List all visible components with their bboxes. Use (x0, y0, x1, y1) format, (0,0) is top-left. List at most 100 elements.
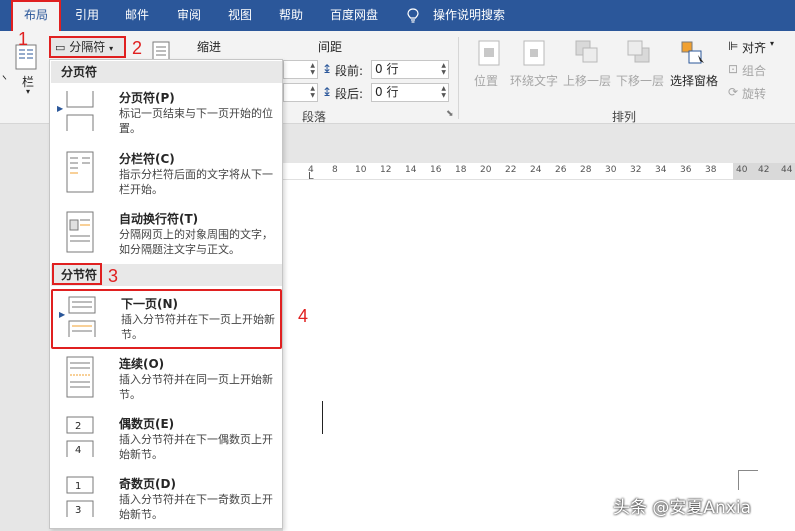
svg-text:1: 1 (75, 481, 81, 492)
paragraph-group-label: 段落 (302, 110, 327, 124)
text-wrapping-break-desc: 分隔网页上的对象周围的文字，如分隔题注文字与正文。 (119, 228, 273, 256)
next-page-desc: 插入分节符并在下一页上开始新节。 (121, 313, 275, 341)
document-page[interactable] (283, 181, 795, 531)
even-page-break-icon: 2 4 (66, 416, 94, 457)
column-break-title: 分栏符(C) (119, 152, 175, 166)
selection-pane-button[interactable]: 选择窗格 (670, 72, 718, 89)
position-icon (478, 40, 500, 66)
spacing-after-input[interactable]: 0 行 ▲ ▼ (371, 83, 449, 102)
ruler-tick: 40 (736, 165, 748, 175)
ruler-tick: 8 (332, 165, 338, 175)
svg-text:3: 3 (75, 505, 81, 516)
column-break-desc: 指示分栏符后面的文字将从下一栏开始。 (119, 168, 273, 196)
ruler-tick: 34 (655, 165, 667, 175)
rotate-button[interactable]: 旋转 (742, 85, 766, 102)
menu-item-continuous[interactable]: 连续(O) 插入分节符并在同一页上开始新节。 (51, 351, 282, 411)
odd-page-break-icon: 1 3 (66, 476, 94, 517)
lightbulb-icon (407, 8, 419, 23)
horizontal-ruler[interactable]: 4 L 8 10 12 14 16 18 20 22 24 26 28 30 3… (283, 163, 795, 182)
page-break-icon (66, 91, 94, 131)
spacing-before-input[interactable]: 0 行 ▲ ▼ (371, 60, 449, 79)
ruler-tick: 22 (505, 165, 517, 175)
ruler-tick: 14 (405, 165, 417, 175)
annotation-step-2: 2 (132, 38, 143, 58)
pointer-icon: ▶ (57, 104, 64, 113)
ruler-tick: 38 (705, 165, 717, 175)
breaks-dropdown-menu: 分页符 ▶ 分页符(P) 标记一页结束与下一页开始的位置。 分栏符(C) 指示分… (49, 59, 283, 529)
page-break-desc: 标记一页结束与下一页开始的位置。 (119, 107, 273, 135)
tab-layout[interactable]: 布局 (11, 0, 61, 31)
bring-forward-button[interactable]: 上移一层 (563, 72, 611, 89)
align-icon: ⊫ (728, 39, 739, 53)
group-button[interactable]: 组合 (742, 62, 766, 79)
align-button[interactable]: 对齐 (742, 39, 766, 56)
indent-right-input[interactable]: ▲ ▼ (283, 83, 318, 102)
ruler-tick: 32 (630, 165, 642, 175)
ribbon-tab-bar: 布局 引用 邮件 审阅 视图 帮助 百度网盘 操作说明搜索 (0, 0, 795, 31)
wrap-text-icon (523, 40, 545, 66)
ruler-tick: 20 (480, 165, 492, 175)
text-wrapping-break-icon (66, 211, 94, 253)
tab-view[interactable]: 视图 (221, 0, 259, 31)
text-wrapping-break-title: 自动换行符(T) (119, 212, 199, 226)
ruler-tick: 28 (580, 165, 592, 175)
group-icon: ⊡ (728, 62, 739, 76)
next-page-break-icon (68, 296, 96, 337)
tab-baidu-netdisk[interactable]: 百度网盘 (322, 0, 386, 31)
ruler-tick: 10 (355, 165, 367, 175)
even-page-title: 偶数页(E) (119, 417, 175, 431)
tab-help[interactable]: 帮助 (272, 0, 310, 31)
even-page-desc: 插入分节符并在下一偶数页上开始新节。 (119, 433, 273, 461)
spacing-after-value: 0 行 (375, 85, 399, 99)
continuous-desc: 插入分节符并在同一页上开始新节。 (119, 373, 273, 401)
document-background-top (283, 124, 795, 163)
paragraph-dialog-launcher-icon[interactable]: ⬊ (446, 109, 454, 119)
menu-item-column-break[interactable]: 分栏符(C) 指示分栏符后面的文字将从下一栏开始。 (51, 146, 282, 206)
ruler-tick: 36 (680, 165, 692, 175)
chevron-down-icon: ▾ (109, 44, 114, 53)
text-cursor (322, 401, 323, 434)
indent-label: 缩进 (197, 40, 222, 54)
menu-item-odd-page[interactable]: 1 3 奇数页(D) 插入分节符并在下一奇数页上开始新节。 (51, 471, 282, 531)
ruler-tick: 12 (380, 165, 392, 175)
ruler-tick: 42 (758, 165, 770, 175)
selection-pane-icon (681, 41, 704, 64)
margin-corner-mark (738, 470, 758, 490)
continuous-title: 连续(O) (119, 357, 165, 371)
page-breaks-section-header: 分页符 (51, 61, 282, 83)
position-button[interactable]: 位置 (474, 72, 498, 89)
breaks-icon: ▭ (55, 41, 66, 54)
tab-references[interactable]: 引用 (68, 0, 106, 31)
menu-item-next-page[interactable]: ▶ 下一页(N) 插入分节符并在下一页上开始新节。 (51, 289, 282, 349)
menu-item-text-wrapping-break[interactable]: 自动换行符(T) 分隔网页上的对象周围的文字，如分隔题注文字与正文。 (51, 206, 282, 266)
breaks-label: 分隔符 (69, 40, 106, 54)
spacing-before-icon: ↨ (322, 62, 333, 76)
breaks-button[interactable]: ▭ 分隔符 ▾ (49, 36, 126, 58)
tab-mailings[interactable]: 邮件 (118, 0, 156, 31)
page-break-title: 分页符(P) (119, 91, 175, 105)
rotate-icon: ⟳ (728, 85, 739, 99)
send-backward-button[interactable]: 下移一层 (616, 72, 664, 89)
annotation-step-1: 1 (18, 29, 29, 49)
spacing-after-icon: ↨ (322, 85, 333, 99)
wrap-text-button[interactable]: 环绕文字 (510, 72, 558, 89)
continuous-break-icon (66, 356, 94, 398)
indent-left-input[interactable]: ▲ ▼ (283, 60, 318, 79)
menu-item-page-break[interactable]: ▶ 分页符(P) 标记一页结束与下一页开始的位置。 (51, 85, 282, 145)
spacing-before-value: 0 行 (375, 62, 399, 76)
tell-me-search[interactable]: 操作说明搜索 (428, 0, 510, 31)
send-backward-icon (627, 40, 650, 63)
spacing-before-label: 段前: (335, 64, 364, 78)
svg-text:4: 4 (75, 445, 81, 456)
ruler-tick: 44 (781, 165, 793, 175)
group-separator (458, 37, 459, 119)
pointer-icon: ▶ (59, 310, 66, 319)
chevron-down-icon: ▾ (770, 39, 775, 48)
spacing-label: 间距 (318, 40, 343, 54)
arrange-group-label: 排列 (612, 110, 637, 124)
annotation-step-3: 3 (108, 266, 119, 286)
menu-item-even-page[interactable]: 2 4 偶数页(E) 插入分节符并在下一偶数页上开始新节。 (51, 411, 282, 471)
odd-page-desc: 插入分节符并在下一奇数页上开始新节。 (119, 493, 273, 521)
tab-review[interactable]: 审阅 (170, 0, 208, 31)
ruler-tick: 30 (605, 165, 617, 175)
